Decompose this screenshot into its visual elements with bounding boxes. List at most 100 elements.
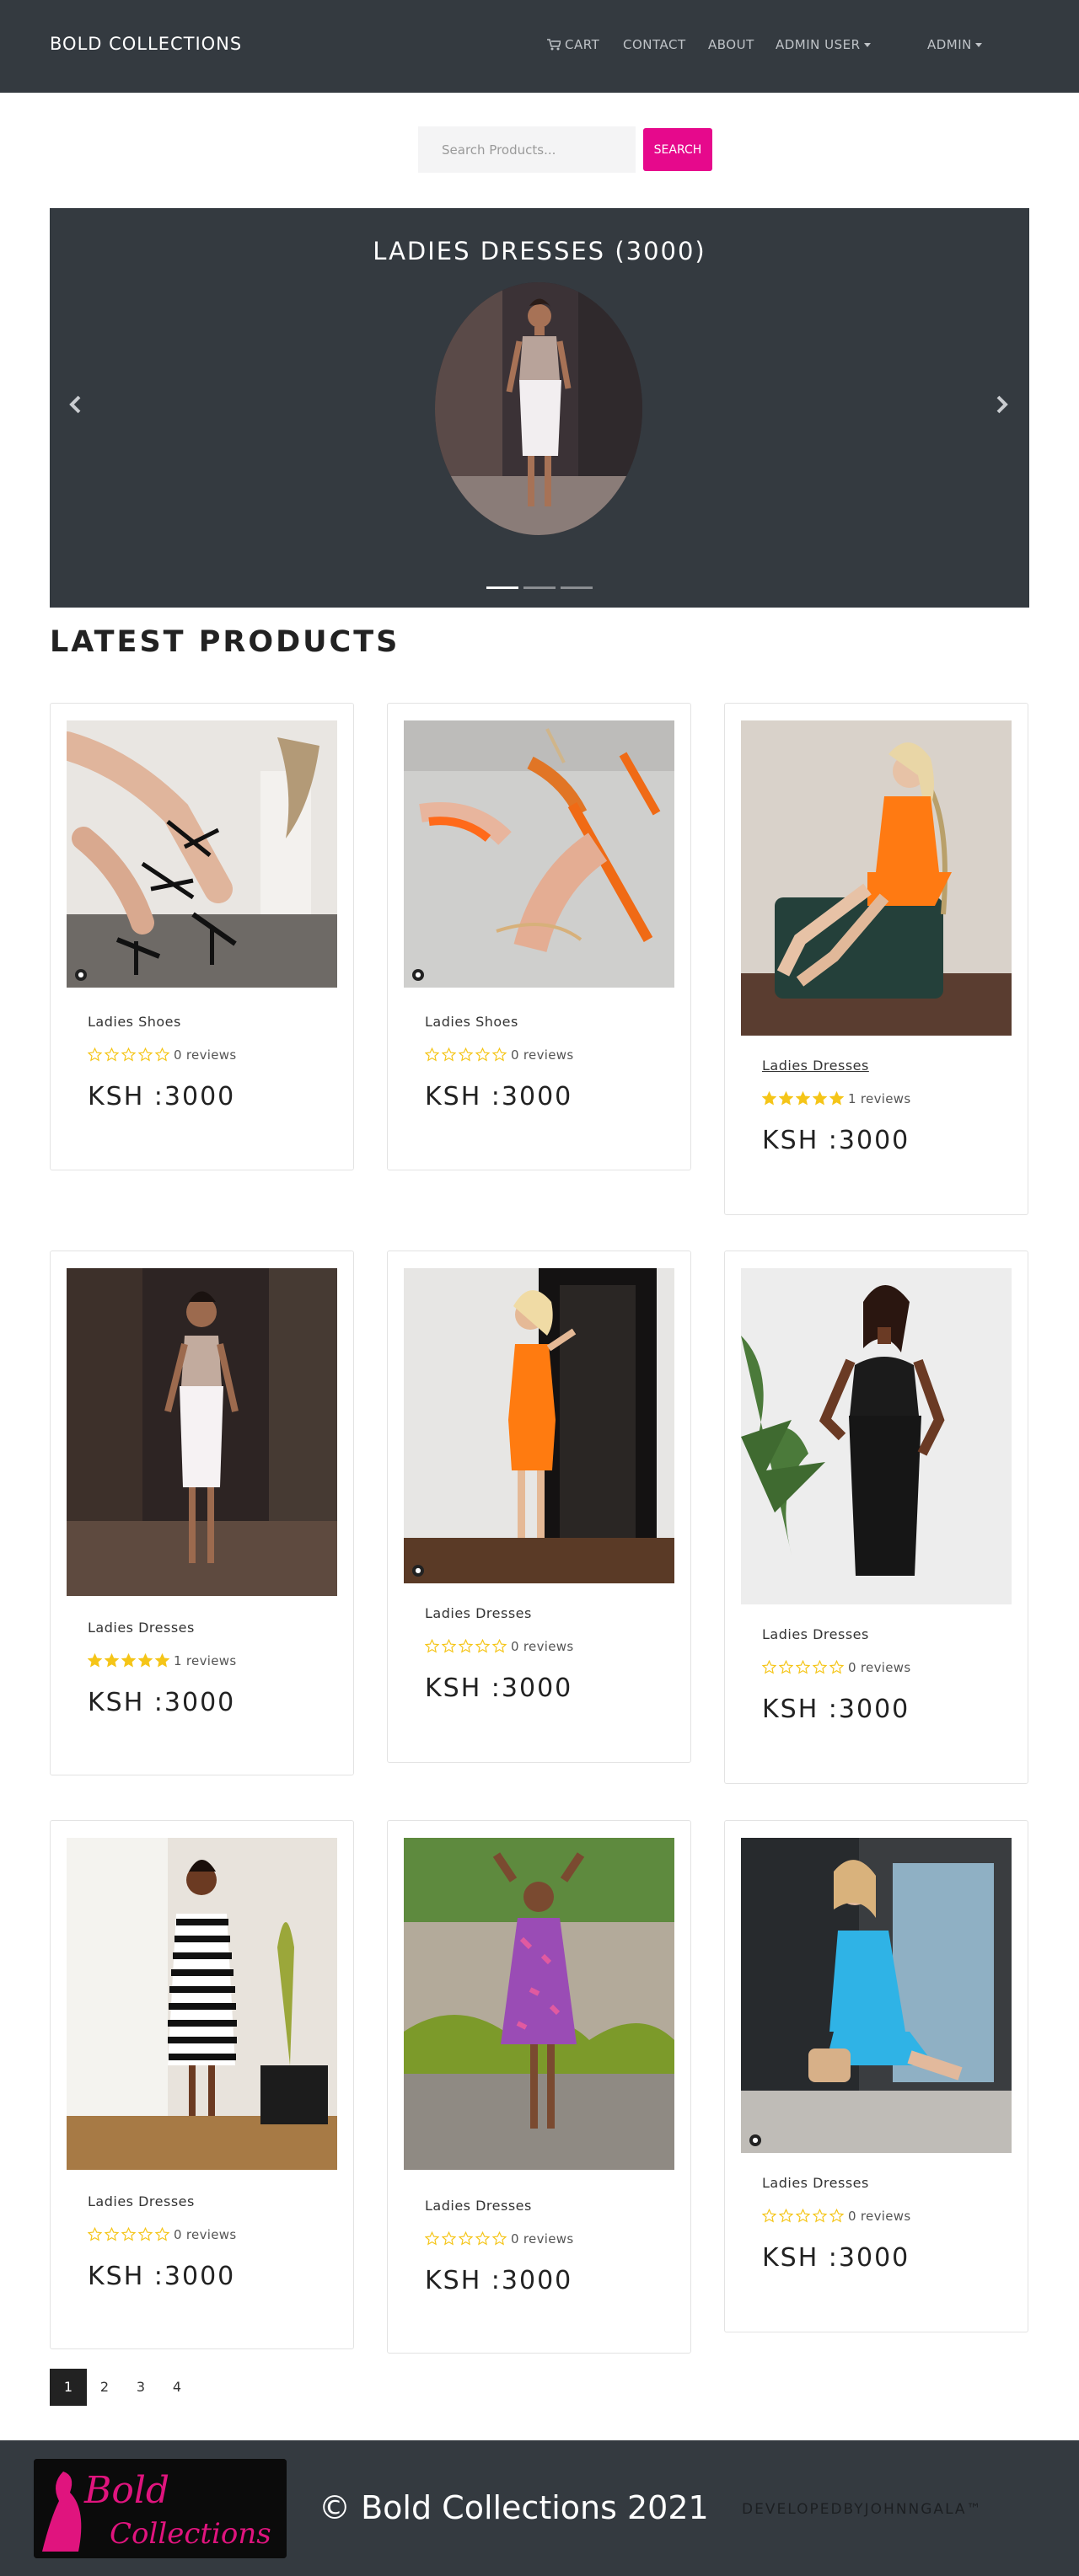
carousel-indicator[interactable] [523, 586, 556, 589]
star-empty-icon [475, 1639, 490, 1653]
blue-dress-image [741, 1838, 1012, 2153]
star-empty-icon [796, 2209, 810, 2223]
striped-dress-image [67, 1838, 337, 2170]
nav-cart-link[interactable]: CART [547, 37, 599, 52]
review-count: 0 reviews [511, 1639, 574, 1654]
carousel-prev-icon[interactable] [63, 392, 89, 417]
carousel-product-image[interactable] [435, 282, 642, 535]
star-empty-icon [779, 1660, 793, 1674]
star-empty-icon [155, 2227, 169, 2241]
star-empty-icon [762, 1660, 776, 1674]
chevron-down-icon [863, 43, 871, 47]
page-link-2[interactable]: 2 [86, 2369, 123, 2406]
product-category[interactable]: Ladies Dresses [425, 1605, 532, 1621]
star-filled-icon [779, 1091, 793, 1106]
star-rating-icons [88, 2227, 172, 2242]
cart-icon [547, 39, 561, 51]
product-image[interactable]: ● [404, 1268, 674, 1583]
star-rating-icons [762, 2209, 846, 2224]
star-rating-icons [425, 1047, 509, 1063]
product-image[interactable] [67, 1268, 337, 1596]
product-category[interactable]: Ladies Shoes [425, 1014, 518, 1030]
nav-admin-user-dropdown[interactable]: ADMIN USER [776, 37, 871, 52]
star-empty-icon [813, 2209, 827, 2223]
star-empty-icon [762, 2209, 776, 2223]
product-image[interactable] [404, 1838, 674, 2170]
product-image[interactable] [741, 1268, 1012, 1604]
star-filled-icon [829, 1091, 844, 1106]
nav-about-link[interactable]: ABOUT [708, 37, 754, 52]
orange-dress-doorway-image [404, 1268, 674, 1583]
carousel-next-icon[interactable] [989, 392, 1014, 417]
product-image[interactable]: ● [67, 720, 337, 988]
carousel-indicator[interactable] [561, 586, 593, 589]
star-filled-icon [105, 1653, 119, 1668]
review-count: 0 reviews [174, 2227, 237, 2242]
review-count: 1 reviews [174, 1653, 237, 1668]
search-input[interactable] [418, 126, 636, 173]
page-link-1[interactable]: 1 [50, 2369, 87, 2406]
product-image[interactable]: ● [741, 1838, 1012, 2153]
product-card: Ladies Dresses 1 reviews KSH :3000 [724, 703, 1028, 1215]
product-category[interactable]: Ladies Dresses [88, 1620, 195, 1636]
product-category[interactable]: Ladies Dresses [88, 2193, 195, 2209]
star-rating-icons [88, 1047, 172, 1063]
product-price: KSH :3000 [88, 1082, 236, 1111]
page-link-3[interactable]: 3 [122, 2369, 159, 2406]
product-category[interactable]: Ladies Dresses [762, 1058, 869, 1074]
star-empty-icon [459, 1639, 473, 1653]
star-rating-icons [762, 1660, 846, 1675]
star-empty-icon [442, 1047, 456, 1062]
striped-dress [168, 1914, 237, 2065]
product-price: KSH :3000 [425, 2266, 573, 2295]
user-icon: ● [749, 2134, 761, 2146]
product-image[interactable] [67, 1838, 337, 2170]
product-price: KSH :3000 [762, 1126, 910, 1155]
product-category[interactable]: Ladies Dresses [762, 1626, 869, 1642]
star-filled-icon [138, 1653, 153, 1668]
user-icon: ● [412, 1565, 424, 1577]
star-filled-icon [762, 1091, 776, 1106]
product-category[interactable]: Ladies Dresses [762, 2175, 869, 2191]
brand-logo[interactable]: BOLD COLLECTIONS [50, 34, 242, 54]
product-rating: 0 reviews [762, 1660, 910, 1675]
carousel-title[interactable]: LADIES DRESSES (3000) [50, 237, 1029, 265]
product-rating: 0 reviews [425, 2231, 573, 2247]
product-image[interactable]: ● [404, 720, 674, 988]
chevron-down-icon [974, 43, 982, 47]
star-empty-icon [138, 1047, 153, 1062]
star-rating-icons [425, 2231, 509, 2247]
latest-products-heading: LATEST PRODUCTS [50, 625, 400, 659]
star-empty-icon [155, 1047, 169, 1062]
product-price: KSH :3000 [425, 1082, 573, 1111]
product-card: Ladies Dresses 0 reviews KSH :3000 [724, 1251, 1028, 1784]
product-rating: 1 reviews [762, 1091, 910, 1106]
nav-cart-label: CART [565, 37, 600, 52]
woman-in-white-skirt-image [435, 282, 642, 535]
product-category[interactable]: Ladies Shoes [88, 1014, 181, 1030]
nav-admin-user-label: ADMIN USER [776, 37, 861, 52]
product-image[interactable] [741, 720, 1012, 1036]
star-filled-icon [88, 1653, 102, 1668]
product-price: KSH :3000 [762, 1695, 910, 1724]
star-empty-icon [138, 2227, 153, 2241]
star-empty-icon [475, 1047, 490, 1062]
product-price: KSH :3000 [88, 2262, 236, 2291]
product-card: Ladies Dresses 0 reviews KSH :3000 [387, 1820, 691, 2354]
star-filled-icon [813, 1091, 827, 1106]
nav-contact-link[interactable]: CONTACT [623, 37, 686, 52]
floral-dress-garden-image [404, 1838, 674, 2170]
nav-admin-dropdown[interactable]: ADMIN [927, 37, 982, 52]
star-empty-icon [121, 1047, 136, 1062]
product-category[interactable]: Ladies Dresses [425, 2198, 532, 2214]
product-card: ● Ladies Dresses 0 reviews KSH :3000 [724, 1820, 1028, 2332]
search-button[interactable]: SEARCH [643, 128, 712, 171]
logo-text-collections: Collections [110, 2517, 271, 2551]
carousel-indicator[interactable] [486, 586, 518, 589]
page-link-4[interactable]: 4 [158, 2369, 196, 2406]
footer-logo[interactable]: Bold Collections [34, 2459, 287, 2558]
review-count: 1 reviews [848, 1091, 911, 1106]
star-empty-icon [442, 2231, 456, 2246]
product-rating: 0 reviews [762, 2209, 910, 2224]
camera-icon: ● [412, 969, 424, 981]
